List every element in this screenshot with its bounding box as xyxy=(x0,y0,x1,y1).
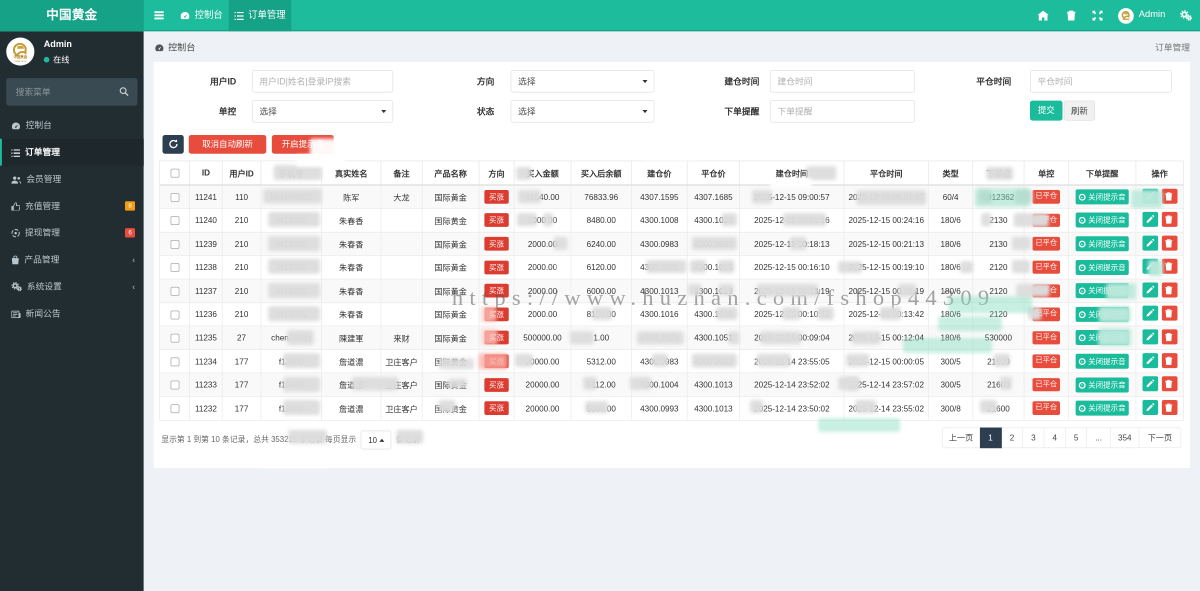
svg-text:中国黄金: 中国黄金 xyxy=(13,54,27,59)
svg-text:CHINA GOLD: CHINA GOLD xyxy=(14,60,28,63)
